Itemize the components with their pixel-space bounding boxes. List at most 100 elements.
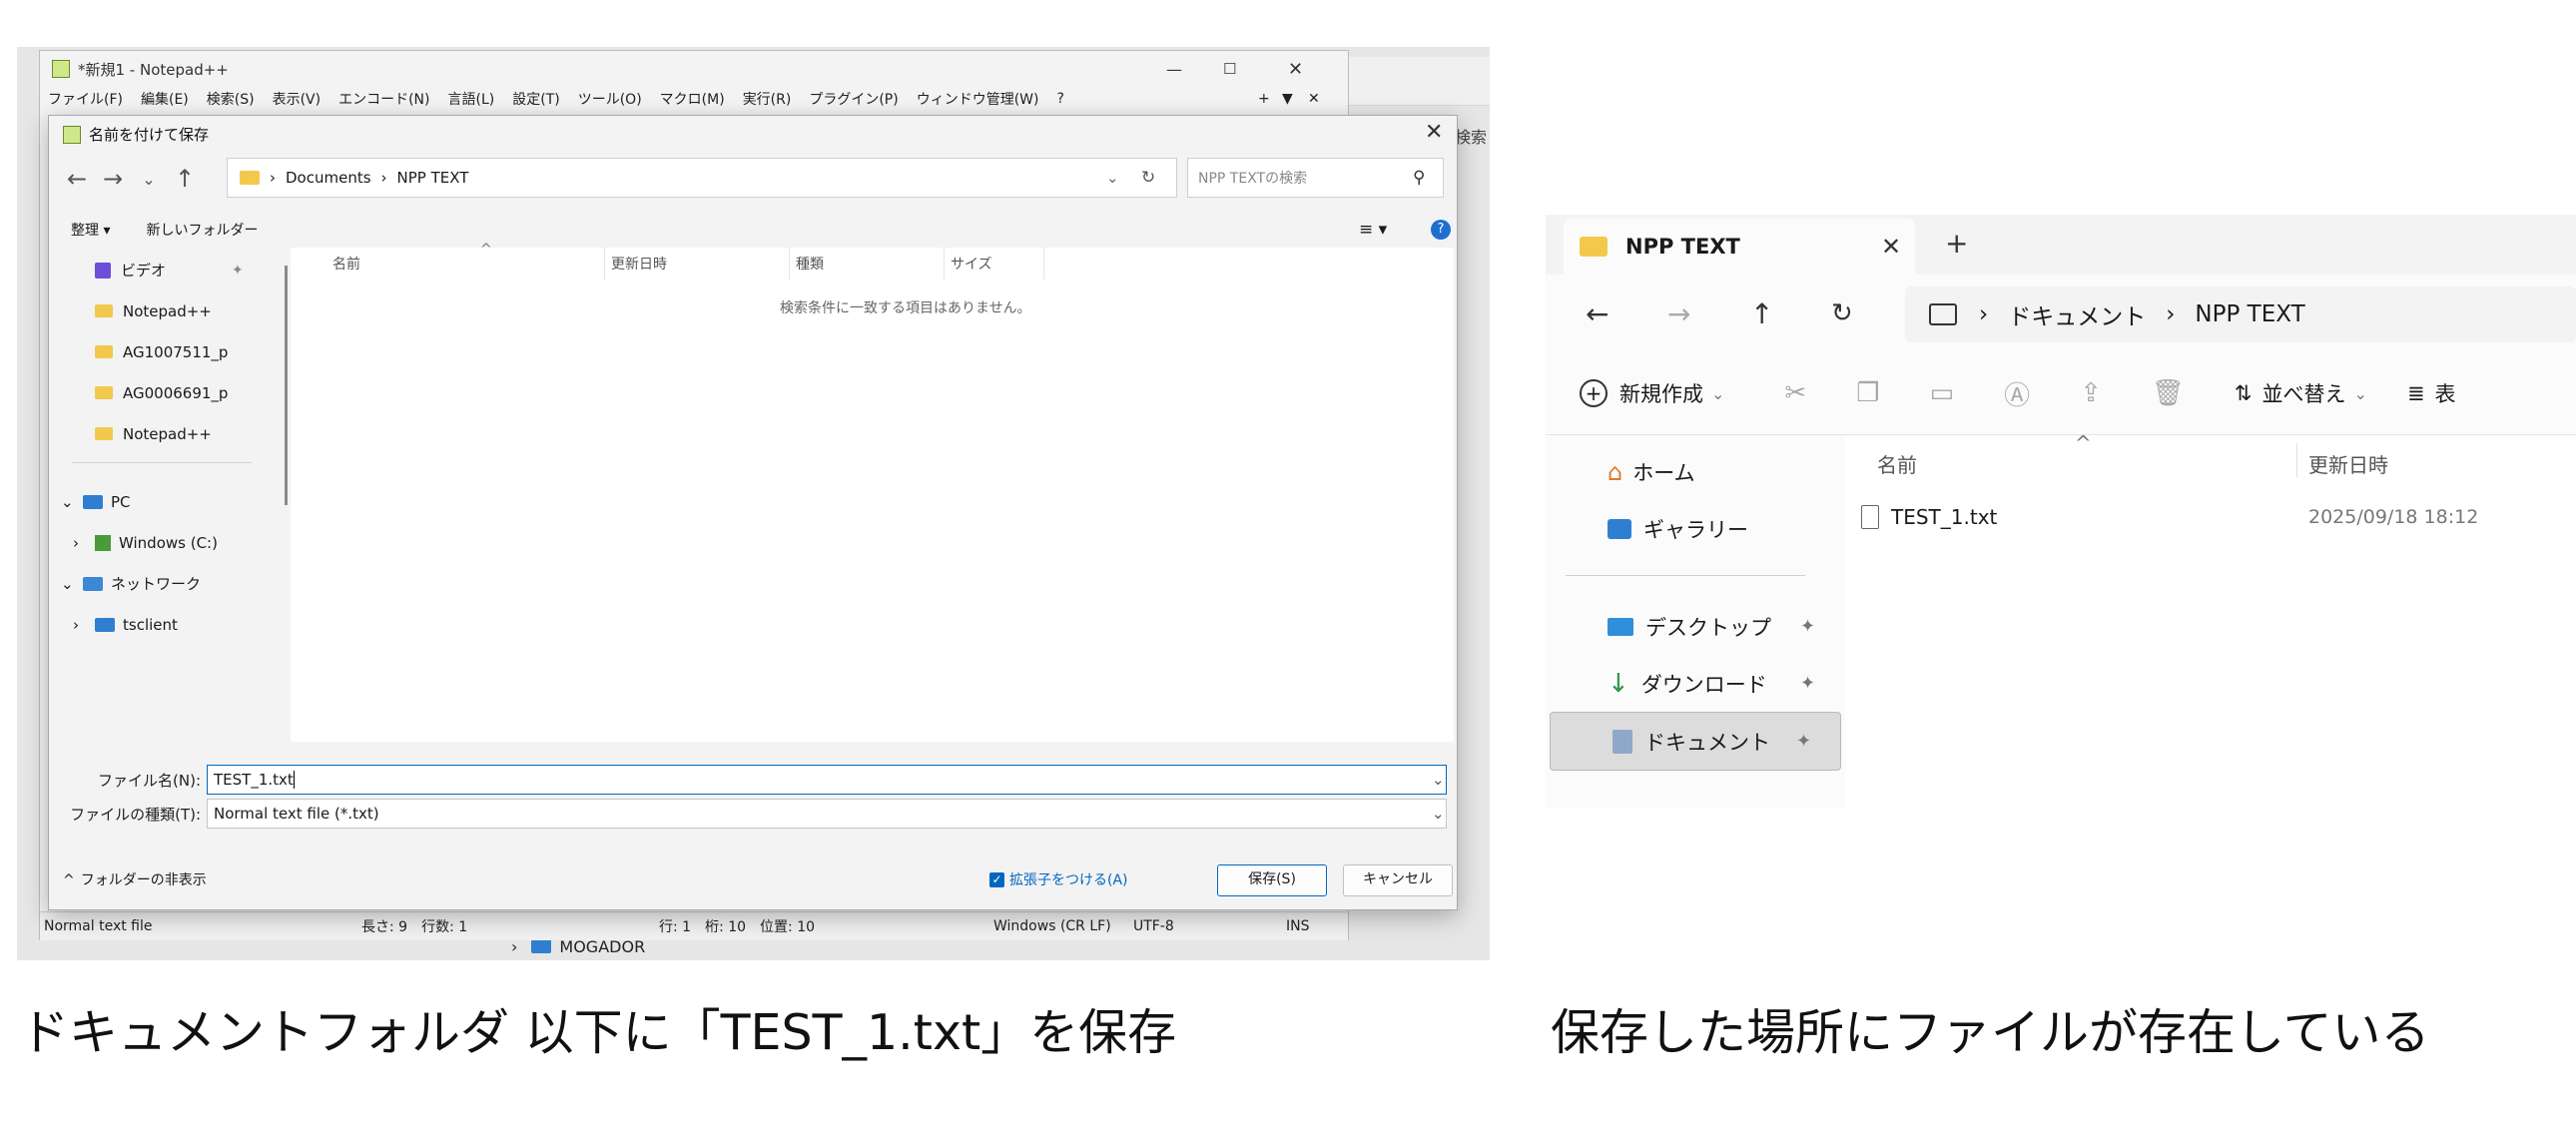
- checkbox-checked-icon[interactable]: ✓: [989, 871, 1004, 887]
- column-size[interactable]: サイズ: [945, 248, 1044, 280]
- new-button[interactable]: + 新規作成 ⌄: [1580, 378, 1724, 408]
- paste-icon[interactable]: ▭: [1930, 378, 1955, 408]
- chevron-down-icon[interactable]: ⌄: [1432, 805, 1445, 823]
- filename-input[interactable]: TEST_1.txt: [214, 771, 294, 789]
- close-button[interactable]: ✕: [1288, 59, 1303, 80]
- rename-icon[interactable]: Ⓐ: [2004, 375, 2030, 412]
- up-arrow-icon[interactable]: ↑: [167, 165, 203, 193]
- menu-language[interactable]: 言語(L): [448, 89, 495, 109]
- menu-help[interactable]: ?: [1057, 91, 1064, 107]
- nav-item-gallery[interactable]: ギャラリー: [1546, 500, 1845, 557]
- menu-encoding[interactable]: エンコード(N): [338, 89, 429, 109]
- new-folder-button[interactable]: 新しいフォルダー: [146, 220, 258, 240]
- chevron-down-icon[interactable]: ⌄: [1106, 169, 1119, 187]
- column-modified[interactable]: 更新日時: [2308, 449, 2388, 478]
- help-icon[interactable]: ?: [1431, 220, 1451, 240]
- forward-arrow-icon[interactable]: →: [1667, 297, 1690, 330]
- menu-window[interactable]: ウィンドウ管理(W): [917, 89, 1039, 109]
- filetype-select[interactable]: Normal text file (*.txt) ⌄: [207, 799, 1447, 829]
- up-arrow-icon[interactable]: ↑: [1750, 297, 1773, 330]
- back-arrow-icon[interactable]: ←: [59, 165, 95, 193]
- refresh-icon[interactable]: ↻: [1141, 168, 1155, 188]
- dialog-close-button[interactable]: ✕: [1425, 120, 1443, 145]
- chevron-down-icon[interactable]: ⌄: [131, 170, 167, 189]
- pin-icon[interactable]: ✦: [1800, 673, 1815, 694]
- filename-field[interactable]: TEST_1.txt ⌄: [207, 765, 1447, 795]
- explorer-tab[interactable]: NPP TEXT ✕: [1564, 219, 1915, 275]
- nav-item-ag0006691[interactable]: AG0006691_p: [57, 372, 287, 413]
- cancel-button[interactable]: キャンセル: [1343, 864, 1453, 896]
- nav-item-pc[interactable]: ⌄ PC: [57, 481, 287, 522]
- nav-item-label: ダウンロード: [1640, 672, 1767, 697]
- column-modified[interactable]: 更新日時: [605, 248, 790, 280]
- breadcrumb-documents[interactable]: ドキュメント: [2008, 297, 2146, 331]
- menu-edit[interactable]: 編集(E): [141, 89, 189, 109]
- nav-item-notepadpp-2[interactable]: Notepad++: [57, 413, 287, 454]
- dialog-search-box[interactable]: NPP TEXTの検索 ⚲: [1187, 158, 1444, 198]
- share-icon[interactable]: ⇪: [2080, 378, 2102, 408]
- nav-item-network[interactable]: ⌄ ネットワーク: [57, 563, 287, 604]
- view-options-icon[interactable]: ≡ ▾: [1359, 220, 1387, 240]
- column-type[interactable]: 種類: [790, 248, 945, 280]
- nav-item-documents[interactable]: ドキュメント ✦: [1550, 712, 1841, 771]
- column-name[interactable]: 名前: [291, 248, 605, 280]
- pin-icon[interactable]: ✦: [232, 263, 244, 279]
- extension-checkbox[interactable]: ✓ 拡張子をつける(A): [989, 869, 1128, 889]
- new-tab-button[interactable]: +: [1945, 227, 1968, 260]
- breadcrumb-npp-text[interactable]: NPP TEXT: [2195, 301, 2304, 327]
- pin-icon[interactable]: ✦: [1800, 616, 1815, 637]
- search-icon[interactable]: ⚲: [1413, 168, 1425, 188]
- column-name[interactable]: 名前: [1877, 449, 1917, 478]
- close-tab-icon[interactable]: ✕: [1308, 91, 1320, 107]
- menu-search[interactable]: 検索(S): [207, 89, 255, 109]
- menu-run[interactable]: 実行(R): [743, 89, 792, 109]
- nav-item-ag1007511[interactable]: AG1007511_p: [57, 331, 287, 372]
- menu-plugins[interactable]: プラグイン(P): [809, 89, 898, 109]
- breadcrumb-npp-text[interactable]: NPP TEXT: [397, 169, 469, 187]
- forward-arrow-icon[interactable]: →: [95, 165, 131, 193]
- dialog-address-bar[interactable]: › Documents › NPP TEXT ⌄ ↻: [227, 158, 1177, 198]
- npp-titlebar: *新規1 - Notepad++ — ☐ ✕: [40, 51, 1348, 87]
- chevron-right-icon[interactable]: ›: [73, 534, 95, 552]
- chevron-down-icon[interactable]: ⌄: [61, 493, 83, 511]
- menu-macro[interactable]: マクロ(M): [660, 89, 725, 109]
- sort-button[interactable]: ⇅ 並べ替え ⌄: [2235, 378, 2367, 408]
- chevron-right-icon[interactable]: ›: [73, 616, 95, 634]
- chevron-down-icon[interactable]: ⌄: [1432, 771, 1445, 789]
- nav-scrollbar[interactable]: [285, 266, 288, 505]
- refresh-icon[interactable]: ↻: [1831, 298, 1853, 328]
- nav-item-downloads[interactable]: ↓ ダウンロード ✦: [1546, 655, 1845, 712]
- explorer-address-bar[interactable]: › ドキュメント › NPP TEXT: [1905, 286, 2576, 342]
- chevron-down-icon[interactable]: ⌄: [61, 575, 83, 593]
- menu-settings[interactable]: 設定(T): [512, 89, 559, 109]
- cut-icon[interactable]: ✂: [1784, 378, 1806, 408]
- nav-item-windows-c[interactable]: › Windows (C:): [57, 522, 287, 563]
- minimize-button[interactable]: —: [1166, 60, 1182, 79]
- hide-folders-button[interactable]: ^ フォルダーの非表示: [63, 869, 207, 889]
- nav-item-home[interactable]: ⌂ ホーム: [1546, 443, 1845, 500]
- menu-view[interactable]: 表示(V): [273, 89, 322, 109]
- organize-button[interactable]: 整理 ▾: [71, 220, 110, 240]
- add-tab-icon[interactable]: +: [1258, 91, 1270, 107]
- back-arrow-icon[interactable]: ←: [1586, 297, 1609, 330]
- save-button[interactable]: 保存(S): [1217, 864, 1327, 896]
- tab-list-icon[interactable]: ▼: [1282, 91, 1293, 107]
- menu-file[interactable]: ファイル(F): [48, 89, 123, 109]
- copy-icon[interactable]: ❐: [1856, 378, 1879, 408]
- search-input[interactable]: NPP TEXTの検索: [1198, 168, 1307, 188]
- close-tab-icon[interactable]: ✕: [1881, 233, 1901, 261]
- nav-item-video[interactable]: ビデオ ✦: [57, 250, 287, 290]
- nav-item-notepadpp[interactable]: Notepad++: [57, 290, 287, 331]
- nav-item-label: ギャラリー: [1643, 517, 1748, 542]
- documents-icon: [1612, 729, 1632, 754]
- pin-icon[interactable]: ✦: [1796, 731, 1811, 752]
- breadcrumb-documents[interactable]: Documents: [286, 169, 371, 187]
- nav-item-desktop[interactable]: デスクトップ ✦: [1546, 598, 1845, 655]
- menu-tools[interactable]: ツール(O): [578, 89, 642, 109]
- maximize-button[interactable]: ☐: [1223, 60, 1236, 78]
- view-button[interactable]: ≣ 表: [2407, 378, 2456, 408]
- delete-icon[interactable]: 🗑: [2152, 378, 2185, 408]
- sort-caret-icon: ^: [480, 242, 492, 258]
- table-row[interactable]: TEST_1.txt 2025/09/18 18:12: [1861, 497, 2560, 537]
- nav-item-tsclient[interactable]: › tsclient: [57, 604, 287, 645]
